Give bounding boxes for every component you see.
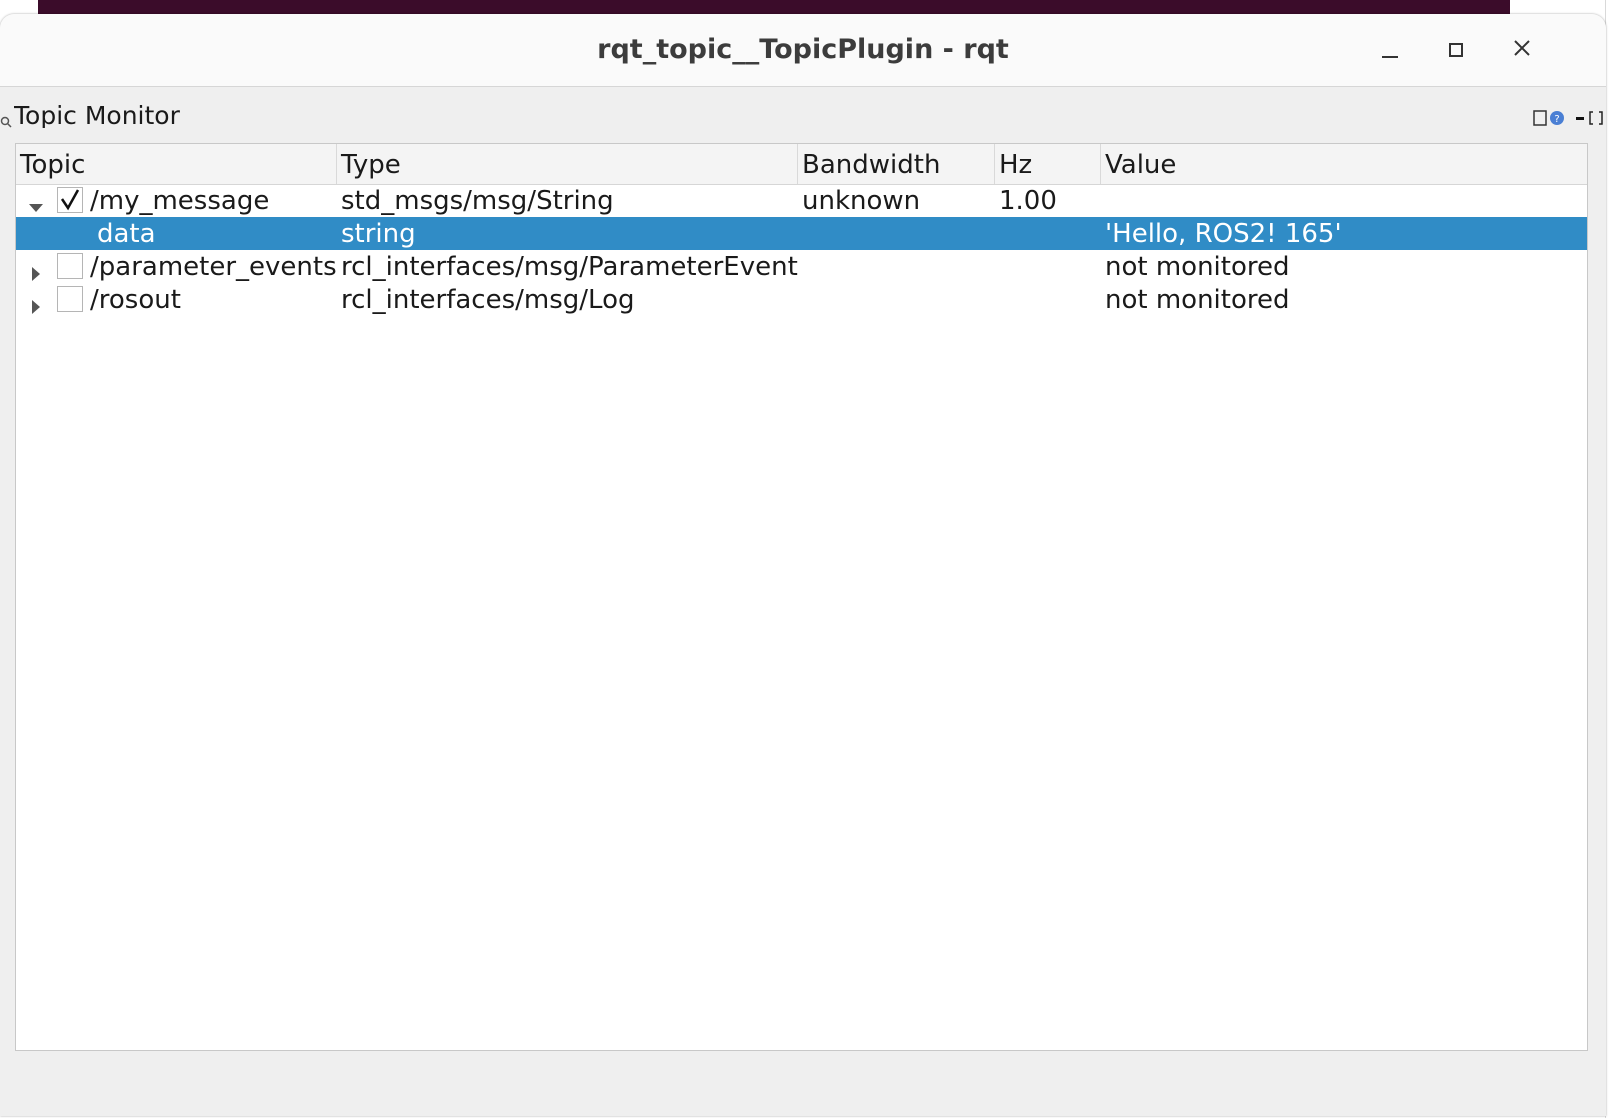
topic-value: not monitored bbox=[1105, 252, 1290, 282]
topic-type: std_msgs/msg/String bbox=[341, 186, 614, 216]
topic-name: /my_message bbox=[90, 186, 270, 216]
field-bandwidth bbox=[802, 217, 995, 250]
status-area bbox=[0, 1051, 1606, 1116]
minimize-dock-button[interactable] bbox=[1575, 109, 1585, 127]
window-title: rqt_topic__TopicPlugin - rqt bbox=[597, 34, 1009, 65]
topic-hz bbox=[999, 283, 1101, 316]
topic-hz bbox=[999, 250, 1101, 283]
dock-title-bar[interactable]: Topic Monitor ? bbox=[0, 87, 1606, 131]
tree-header: Topic Type Bandwidth Hz Value bbox=[16, 144, 1587, 185]
tree-row[interactable]: /rosout rcl_interfaces/msg/Log not monit… bbox=[16, 283, 1587, 316]
float-button[interactable] bbox=[1589, 109, 1603, 127]
float-icon bbox=[1589, 111, 1603, 131]
field-name: data bbox=[97, 219, 156, 249]
field-value: 'Hello, ROS2! 165' bbox=[1105, 219, 1342, 249]
column-header-topic[interactable]: Topic bbox=[16, 144, 337, 184]
close-icon bbox=[1513, 39, 1531, 61]
field-hz bbox=[999, 217, 1101, 250]
topic-name: /rosout bbox=[90, 285, 181, 315]
expand-arrow-right-icon[interactable] bbox=[28, 259, 44, 281]
field-type: string bbox=[341, 219, 416, 249]
help-icon: ? bbox=[1533, 110, 1567, 131]
expand-arrow-right-icon[interactable] bbox=[28, 292, 44, 314]
title-bar[interactable]: rqt_topic__TopicPlugin - rqt bbox=[0, 14, 1606, 87]
topic-bandwidth bbox=[802, 283, 995, 316]
minimize-button[interactable] bbox=[1372, 32, 1408, 68]
topic-tree[interactable]: Topic Type Bandwidth Hz Value /my_messag… bbox=[15, 143, 1588, 1051]
tree-row[interactable]: /parameter_events rcl_interfaces/msg/Par… bbox=[16, 250, 1587, 283]
rqt-window: rqt_topic__TopicPlugin - rqt Topic Monit… bbox=[0, 14, 1606, 1116]
topic-name: /parameter_events bbox=[90, 252, 337, 282]
column-header-hz[interactable]: Hz bbox=[995, 144, 1101, 184]
expand-arrow-down-icon[interactable] bbox=[28, 193, 44, 212]
minimize-icon bbox=[1382, 42, 1398, 58]
topic-bandwidth: unknown bbox=[802, 186, 921, 216]
svg-text:?: ? bbox=[1554, 114, 1559, 125]
topic-value bbox=[1105, 184, 1585, 217]
desktop-background bbox=[38, 0, 1510, 14]
tree-row[interactable]: /my_message std_msgs/msg/String unknown … bbox=[16, 184, 1587, 217]
help-button[interactable]: ? bbox=[1533, 109, 1567, 127]
dock-title: Topic Monitor bbox=[14, 101, 180, 128]
topic-type: rcl_interfaces/msg/Log bbox=[341, 285, 635, 315]
topic-hz: 1.00 bbox=[999, 186, 1057, 216]
magnifier-icon bbox=[0, 113, 12, 128]
minimize-icon bbox=[1575, 112, 1585, 131]
maximize-icon bbox=[1449, 43, 1463, 57]
monitor-checkbox[interactable] bbox=[57, 286, 83, 312]
column-header-type[interactable]: Type bbox=[337, 144, 798, 184]
monitor-checkbox[interactable] bbox=[57, 187, 83, 213]
checkmark-icon bbox=[60, 189, 80, 211]
monitor-checkbox[interactable] bbox=[57, 253, 83, 279]
close-button[interactable] bbox=[1504, 32, 1540, 68]
maximize-button[interactable] bbox=[1438, 32, 1474, 68]
topic-bandwidth bbox=[802, 250, 995, 283]
column-header-bandwidth[interactable]: Bandwidth bbox=[798, 144, 995, 184]
desktop-edge bbox=[1605, 0, 1618, 1118]
topic-value: not monitored bbox=[1105, 285, 1290, 315]
topic-type: rcl_interfaces/msg/ParameterEvent bbox=[341, 252, 798, 282]
tree-row-selected[interactable]: data string 'Hello, ROS2! 165' bbox=[16, 217, 1587, 250]
column-header-value[interactable]: Value bbox=[1101, 144, 1587, 184]
